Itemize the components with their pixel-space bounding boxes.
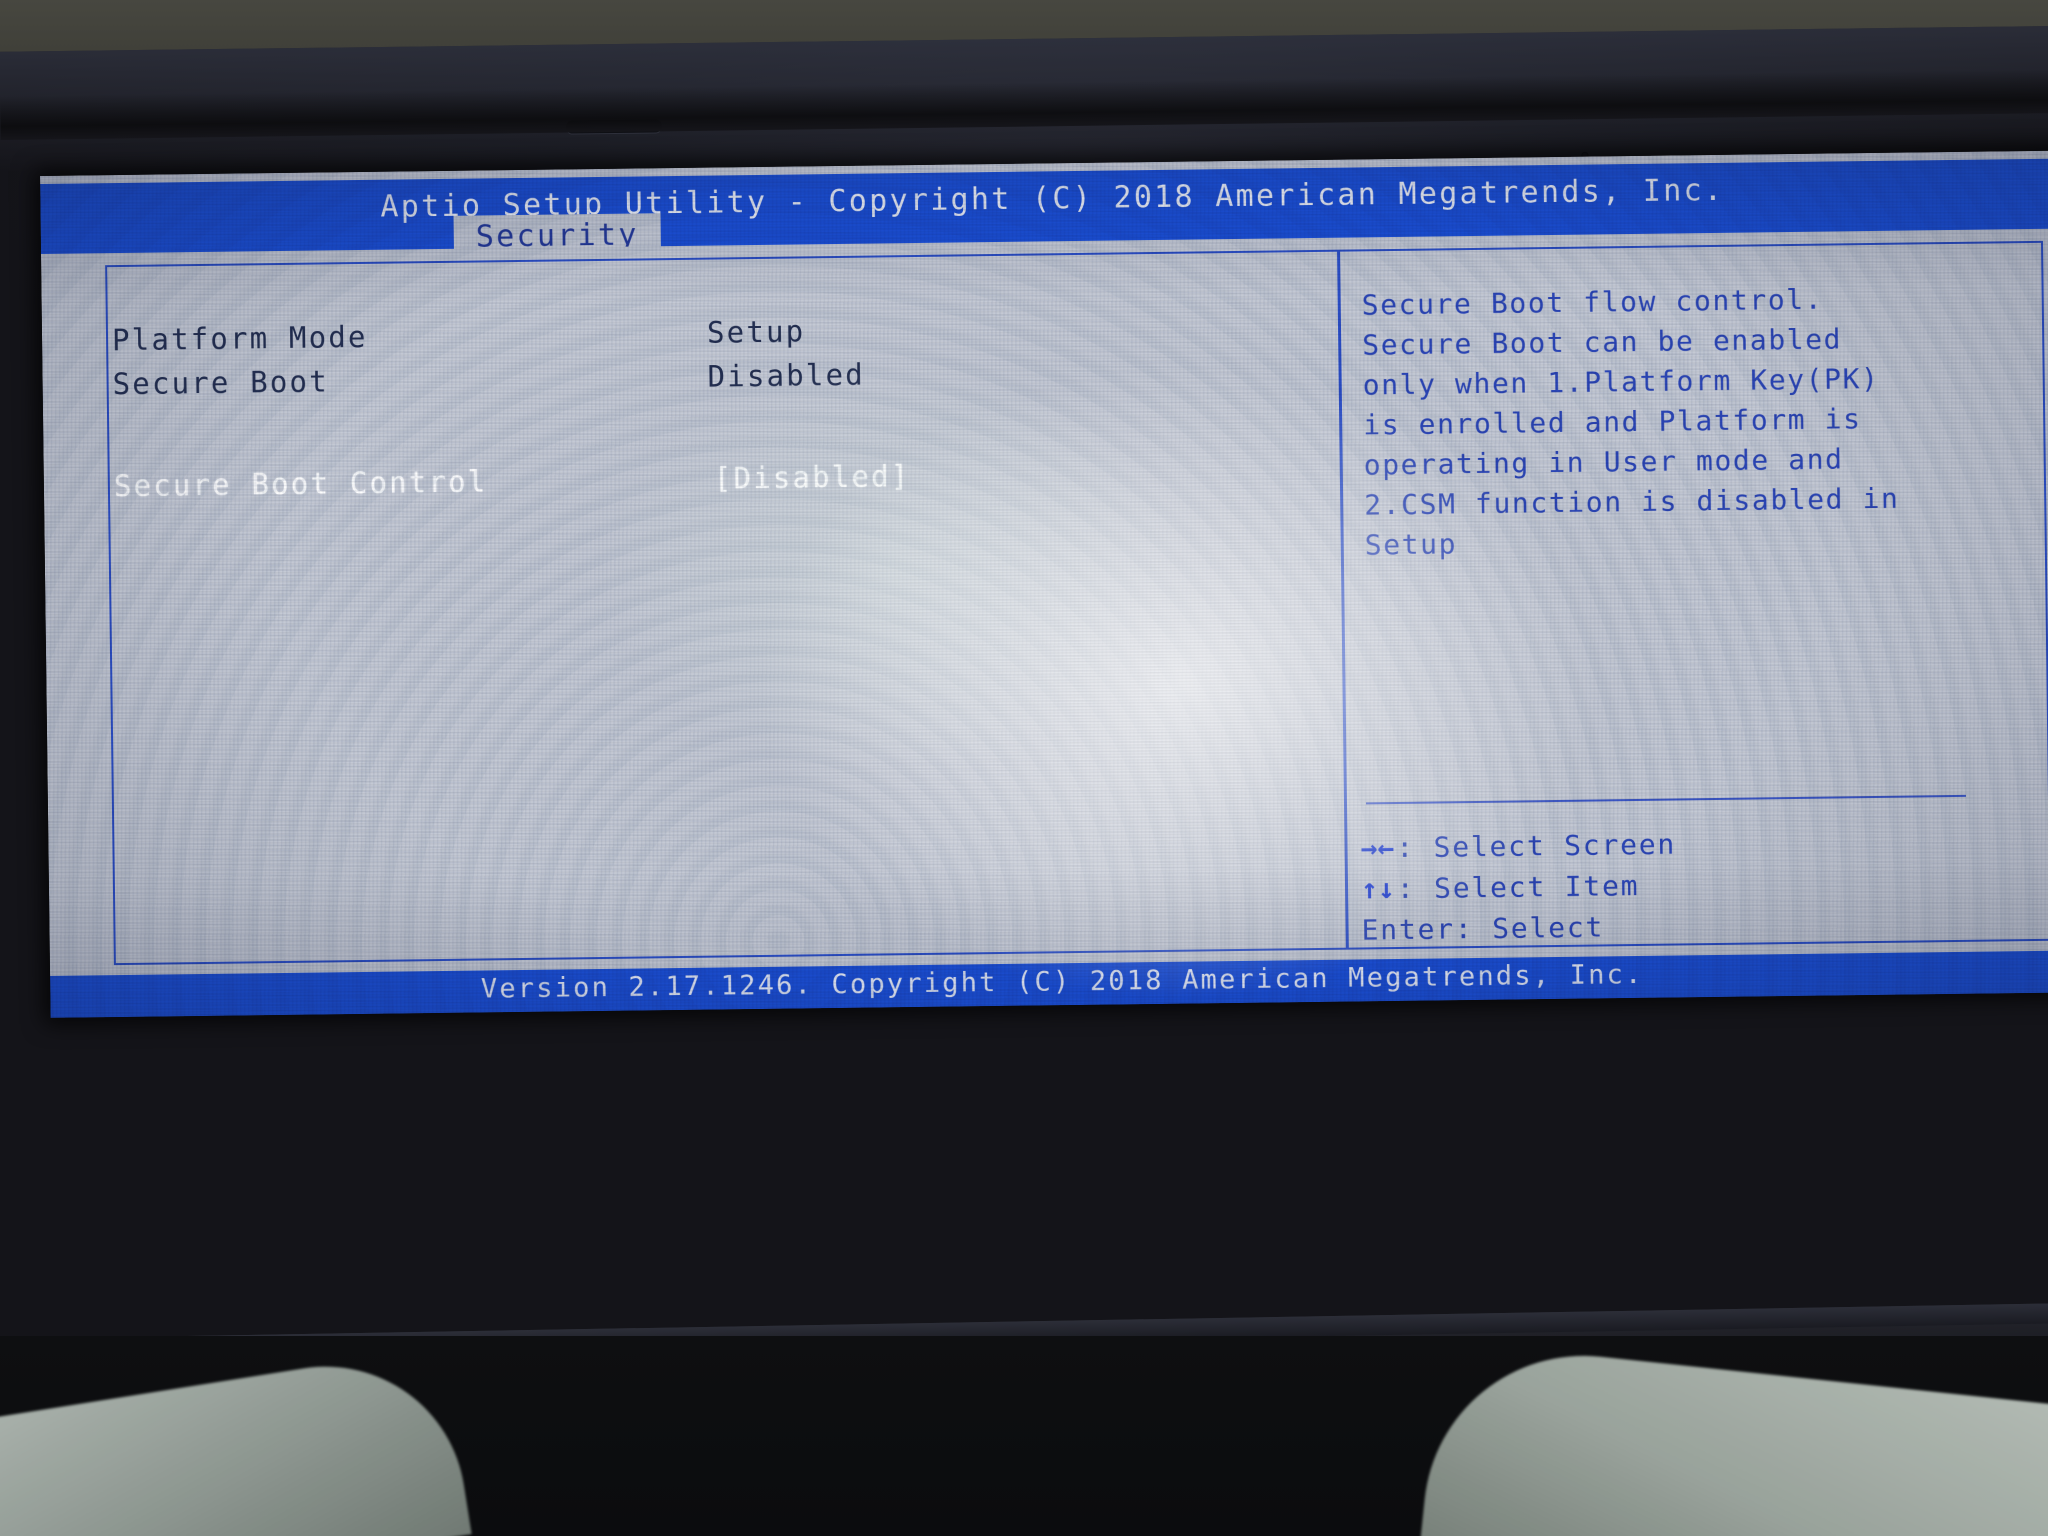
arrow-up-down-icon: ↑↓ (1360, 872, 1395, 906)
bios-body: Platform Mode Setup Secure Boot Disabled… (40, 228, 2048, 1018)
setting-value: Setup (706, 314, 806, 350)
help-line: only when 1.Platform Key(PK) (1362, 361, 1880, 402)
setting-label: Secure Boot Control (113, 464, 488, 504)
arrow-left-right-icon: →← (1360, 831, 1395, 865)
setting-value-dropdown[interactable]: [Disabled] (714, 459, 911, 495)
settings-list: Platform Mode Setup Secure Boot Disabled… (112, 308, 1294, 513)
help-line: 2.CSM function is disabled in (1364, 481, 1900, 522)
help-line: Setup (1364, 527, 1458, 562)
setting-value: Disabled (707, 357, 866, 394)
help-panel: Secure Boot flow control. Secure Boot ca… (1361, 278, 1964, 566)
key-legend-text: : Select Screen (1396, 827, 1677, 865)
setting-label: Platform Mode (111, 319, 368, 358)
key-legend-text: : Select Item (1396, 868, 1640, 906)
laptop-screen: Aptio Setup Utility - Copyright (C) 2018… (40, 150, 2048, 1018)
photo-scene: Aptio Setup Utility - Copyright (C) 2018… (0, 0, 2048, 1536)
bios-screen: Aptio Setup Utility - Copyright (C) 2018… (40, 150, 2048, 1018)
key-legend-text: Enter: Select (1361, 910, 1605, 947)
setting-label: Secure Boot (112, 364, 330, 402)
